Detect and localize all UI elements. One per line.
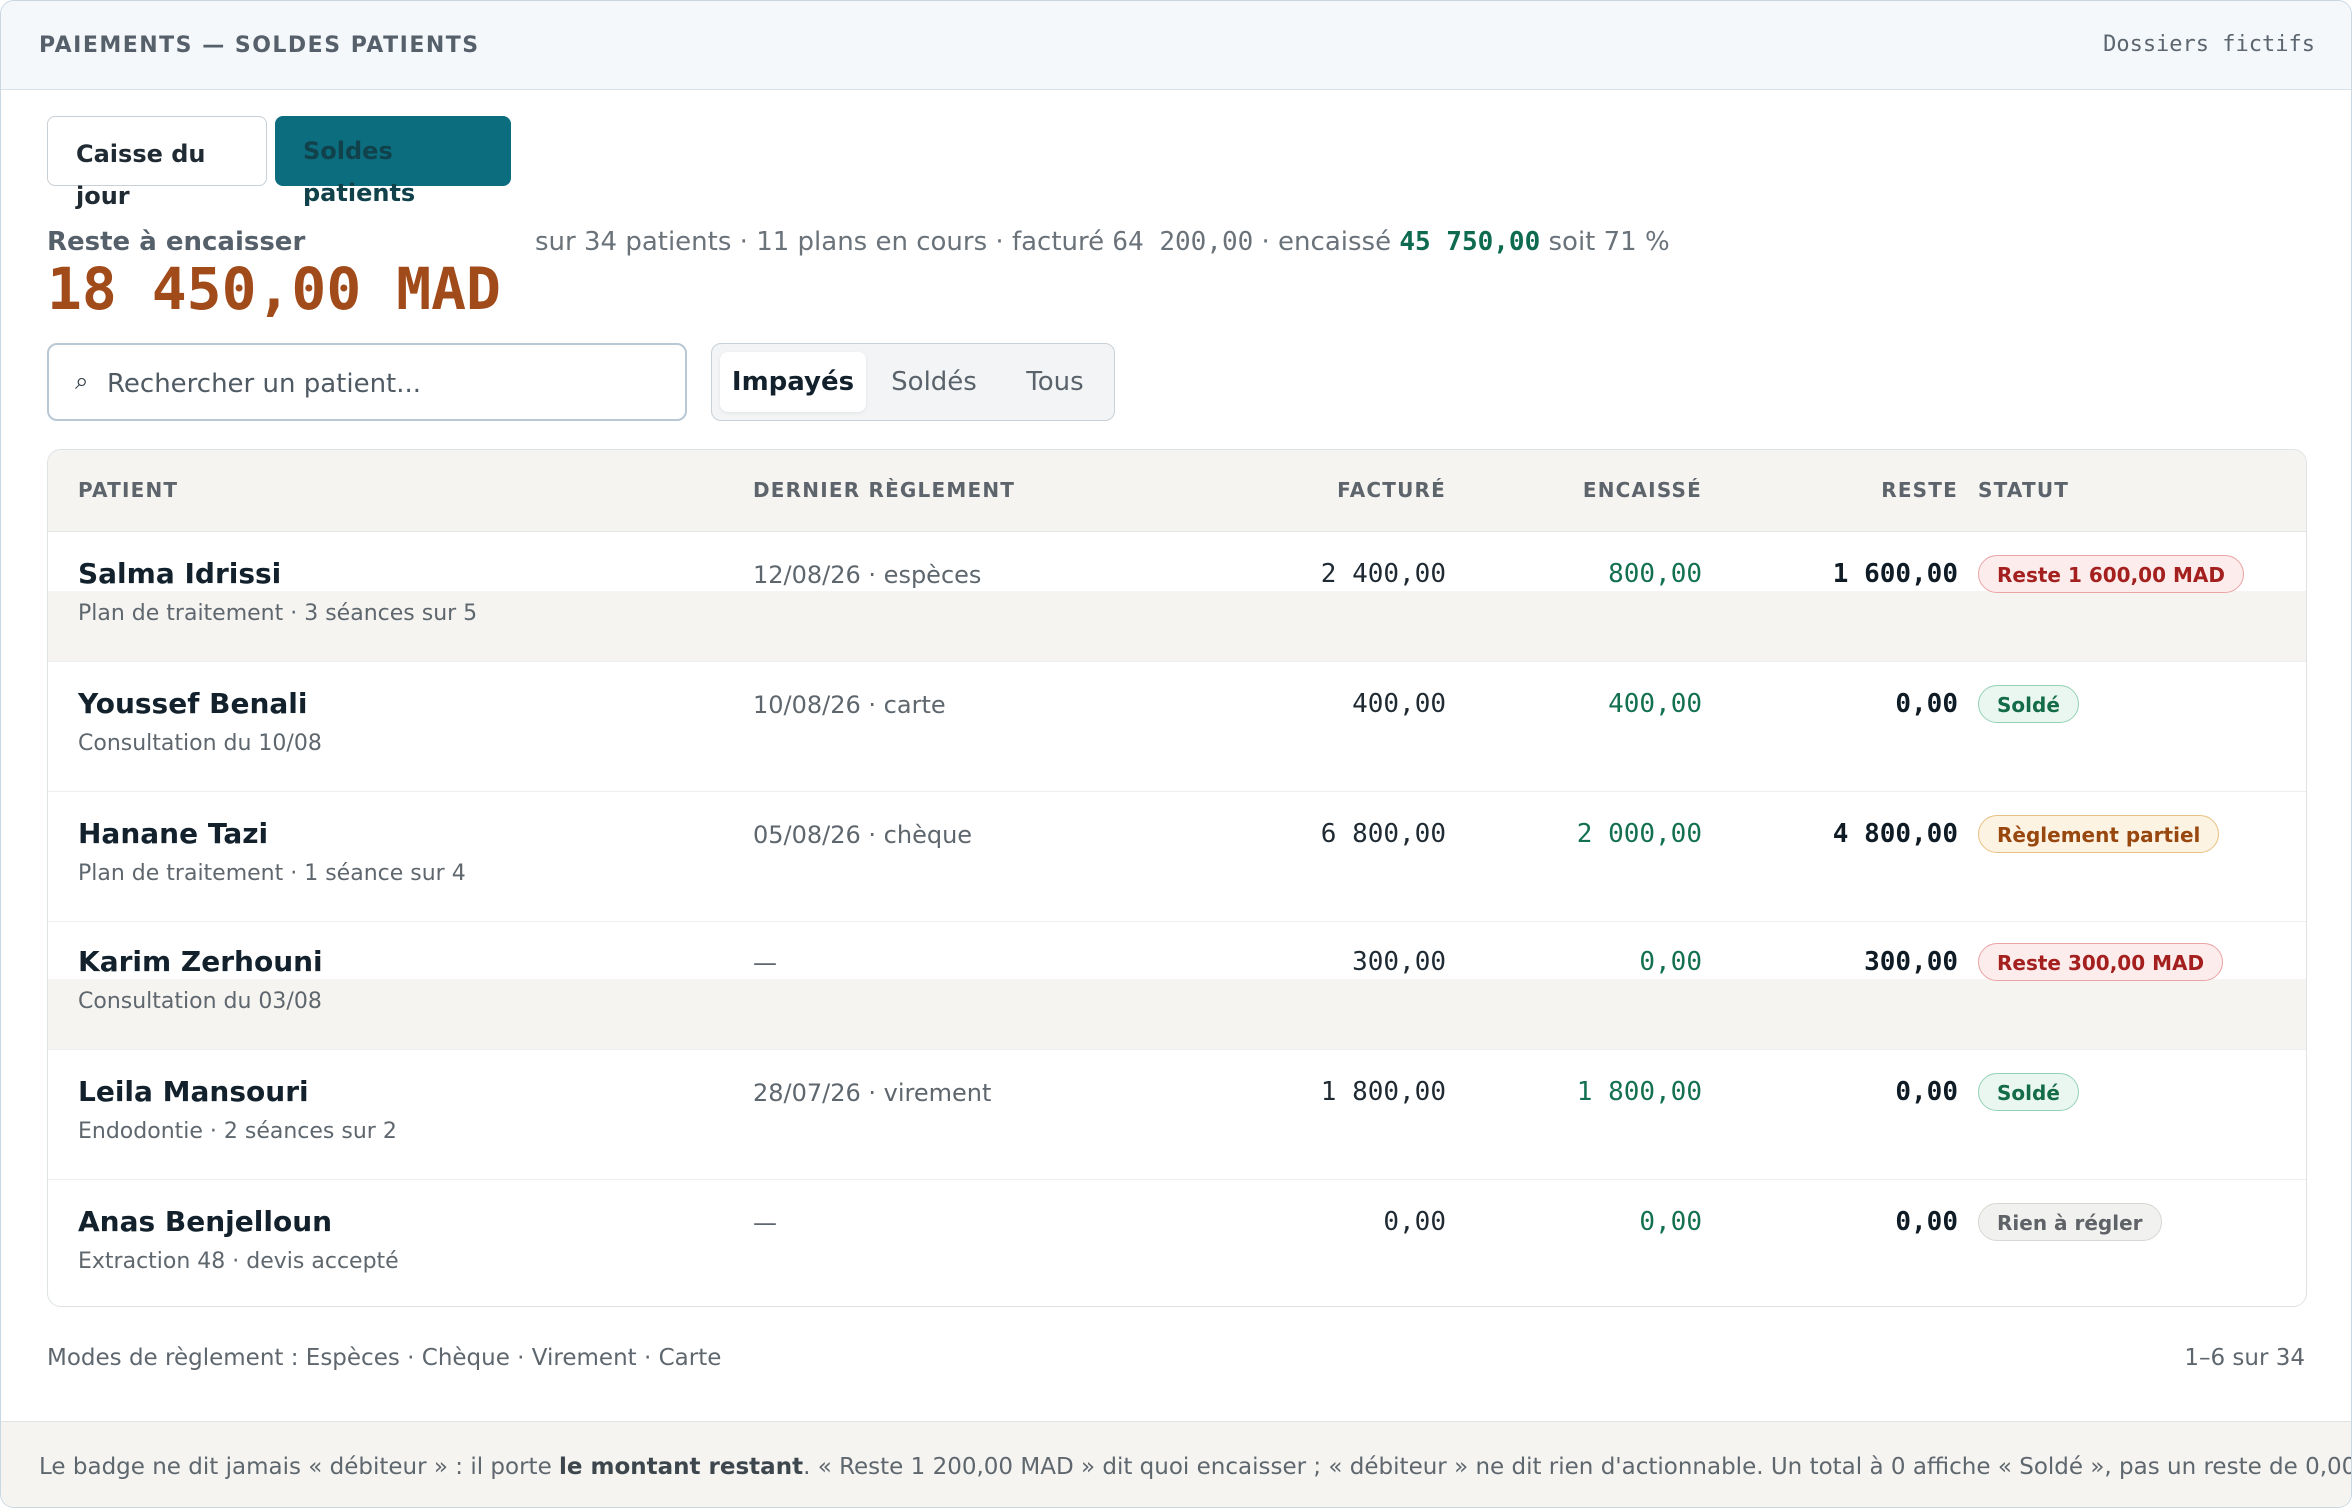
status-badge: Reste 300,00 MAD: [1978, 943, 2224, 981]
col-statut: STATUT: [1978, 478, 2070, 502]
last-payment: 12/08/26 · espèces: [753, 561, 982, 589]
reste-label: Reste à encaisser: [47, 227, 306, 257]
col-reste: RESTE: [1881, 478, 1958, 502]
table-row[interactable]: Hanane Tazi Plan de traitement · 1 séanc…: [48, 791, 2306, 922]
amount-facture: 400,00: [1352, 689, 1446, 719]
amount-encaisse: 1 800,00: [1576, 1077, 1702, 1107]
filter-tous[interactable]: Tous: [1002, 352, 1108, 412]
col-encaisse: ENCAISSÉ: [1582, 478, 1702, 502]
search-icon: ⌕: [75, 367, 89, 395]
amount-facture: 2 400,00: [1320, 559, 1446, 589]
table-row[interactable]: Leila Mansouri Endodontie · 2 séances su…: [48, 1049, 2306, 1180]
col-facture: FACTURÉ: [1337, 478, 1446, 502]
table-row[interactable]: Salma Idrissi Plan de traitement · 3 séa…: [48, 531, 2306, 662]
patient-name[interactable]: Salma Idrissi: [78, 557, 281, 590]
summary-encaisse: 45 750,00: [1399, 227, 1541, 257]
amount-encaisse: 0,00: [1639, 947, 1702, 977]
summary-facture: 64 200,00: [1112, 227, 1254, 257]
dataset-label: Dossiers fictifs: [2103, 32, 2315, 57]
amount-reste: 0,00: [1895, 1077, 1958, 1107]
row-subline-band: [48, 979, 2306, 1049]
amount-facture: 1 800,00: [1320, 1077, 1446, 1107]
patient-subtitle: Endodontie · 2 séances sur 2: [78, 1119, 397, 1144]
patient-name[interactable]: Leila Mansouri: [78, 1075, 309, 1108]
payment-modes: Modes de règlement : Espèces · Chèque · …: [47, 1345, 722, 1371]
status-badge: Reste 1 600,00 MAD: [1978, 555, 2244, 593]
amount-reste: 1 600,00: [1832, 559, 1958, 589]
table-row[interactable]: Youssef Benali Consultation du 10/08 10/…: [48, 661, 2306, 792]
amount-encaisse: 2 000,00: [1576, 819, 1702, 849]
amount-encaisse: 0,00: [1639, 1207, 1702, 1237]
top-bar: PAIEMENTS — SOLDES PATIENTS Dossiers fic…: [1, 1, 2351, 90]
reste-total-value: 18 450,00 MAD: [47, 255, 501, 323]
table-row[interactable]: Karim Zerhouni Consultation du 03/08 — 3…: [48, 919, 2306, 1050]
note-before: Le badge ne dit jamais « débiteur » : il…: [39, 1454, 560, 1480]
status-badge: Règlement partiel: [1978, 815, 2220, 853]
filter-impayes[interactable]: Impayés: [720, 352, 866, 412]
col-dernier-reglement: DERNIER RÈGLEMENT: [753, 478, 1016, 502]
amount-reste: 0,00: [1895, 1207, 1958, 1237]
patient-subtitle: Extraction 48 · devis accepté: [78, 1249, 399, 1274]
tab-caisse-du-jour[interactable]: Caisse du jour: [47, 116, 267, 210]
last-payment: 28/07/26 · virement: [753, 1079, 992, 1107]
status-badge: Soldé: [1978, 685, 2079, 723]
summary-meta-prefix: sur 34 patients · 11 plans en cours · fa…: [535, 227, 1105, 257]
amount-reste: 4 800,00: [1832, 819, 1958, 849]
summary-meta: sur 34 patients · 11 plans en cours · fa…: [535, 227, 1670, 257]
summary-meta-suffix: soit 71 %: [1548, 227, 1670, 257]
note-bold: le montant restant: [559, 1454, 804, 1480]
patient-subtitle: Plan de traitement · 1 séance sur 4: [78, 861, 466, 886]
search-input[interactable]: [105, 361, 669, 407]
patient-subtitle: Consultation du 03/08: [78, 989, 322, 1014]
table-row[interactable]: Anas Benjelloun Extraction 48 · devis ac…: [48, 1179, 2306, 1306]
info-note-text: Le badge ne dit jamais « débiteur » : il…: [39, 1454, 2352, 1480]
tab-soldes-patients[interactable]: Soldes patients: [275, 116, 511, 207]
amount-facture: 300,00: [1352, 947, 1446, 977]
patient-name[interactable]: Hanane Tazi: [78, 817, 268, 850]
info-note: Le badge ne dit jamais « débiteur » : il…: [1, 1421, 2351, 1507]
app-window: PAIEMENTS — SOLDES PATIENTS Dossiers fic…: [0, 0, 2352, 1508]
summary-meta-mid: · encaissé: [1261, 227, 1392, 257]
amount-facture: 6 800,00: [1320, 819, 1446, 849]
balances-table: PATIENT DERNIER RÈGLEMENT FACTURÉ ENCAIS…: [47, 449, 2307, 1307]
patient-name[interactable]: Karim Zerhouni: [78, 945, 323, 978]
last-payment: 10/08/26 · carte: [753, 691, 946, 719]
amount-encaisse: 800,00: [1608, 559, 1702, 589]
patient-name[interactable]: Anas Benjelloun: [78, 1205, 332, 1238]
status-badge: Soldé: [1978, 1073, 2079, 1111]
patient-subtitle: Consultation du 10/08: [78, 731, 322, 756]
amount-encaisse: 400,00: [1608, 689, 1702, 719]
amount-reste: 300,00: [1864, 947, 1958, 977]
patient-subtitle: Plan de traitement · 3 séances sur 5: [78, 601, 478, 626]
last-payment: 05/08/26 · chèque: [753, 821, 973, 849]
amount-reste: 0,00: [1895, 689, 1958, 719]
col-patient: PATIENT: [78, 478, 179, 502]
table-header: PATIENT DERNIER RÈGLEMENT FACTURÉ ENCAIS…: [48, 450, 2306, 532]
search-box: ⌕: [47, 343, 687, 421]
status-badge: Rien à régler: [1978, 1203, 2162, 1241]
note-after: . « Reste 1 200,00 MAD » dit quoi encais…: [803, 1454, 2352, 1480]
amount-facture: 0,00: [1383, 1207, 1446, 1237]
last-payment: —: [753, 1209, 777, 1237]
filter-soldes[interactable]: Soldés: [872, 352, 996, 412]
last-payment: —: [753, 949, 777, 977]
pagination-label: 1–6 sur 34: [2184, 1345, 2305, 1371]
page-title: PAIEMENTS — SOLDES PATIENTS: [39, 33, 480, 58]
status-filter: Impayés Soldés Tous: [711, 343, 1115, 421]
patient-name[interactable]: Youssef Benali: [78, 687, 307, 720]
